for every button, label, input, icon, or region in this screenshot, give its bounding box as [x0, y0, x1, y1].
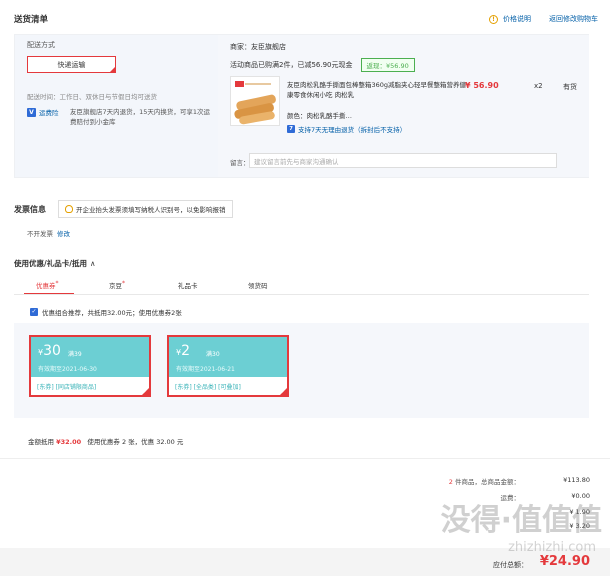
return-policy: 7 支持7天无理由退货（拆封后不支持）: [287, 124, 406, 134]
discount-tabs: 优惠券* 京豆* 礼品卡 领货码: [14, 276, 589, 295]
message-input[interactable]: 建议留言前先与商家沟通确认: [249, 153, 557, 168]
watermark-url: zhizhizhi.com: [508, 540, 596, 555]
order-items-section: 商家：友臣旗舰店 活动商品已购满2件，已减56.90元现金 返现：¥56.90 …: [218, 35, 589, 177]
ship-method-label: 配送方式: [27, 41, 55, 49]
tab-coupons[interactable]: 优惠券*: [36, 280, 59, 290]
goods-total-row: 2 件商品，总商品金额： ¥113.80: [448, 476, 590, 486]
price-note-link[interactable]: ! 价格说明: [489, 14, 531, 24]
invoice-status: 不开发票 修改: [27, 230, 70, 238]
coupon-combo-toggle[interactable]: ✓ 优惠组合推荐，共抵用32.00元；使用优惠券2张: [30, 307, 182, 317]
watermark: 没得·值值值: [440, 503, 602, 538]
discount-section-toggle[interactable]: 使用优惠/礼品卡/抵用 ∧: [14, 258, 95, 269]
ship-time-text: 配送时间：工作日、双休日与节假日均可送货: [27, 93, 157, 101]
freight-insurance-icon: V: [27, 107, 36, 117]
delivery-panel: 配送方式 快递运输 配送时间：工作日、双休日与节假日均可送货 V 运费险 友臣旗…: [14, 34, 589, 178]
product-name[interactable]: 友臣肉松乳酪手撕面包棒整箱360g减脂夹心轻早餐整箱营养健康零食休闲小吃 肉松乳: [287, 80, 469, 100]
coupon-card[interactable]: ¥2 满30 有效期至2021-06-21 [东券] [全品类] [可叠加] ✓: [167, 335, 289, 397]
back-to-cart-link[interactable]: 返回修改购物车: [549, 14, 598, 24]
bulb-icon: [65, 205, 73, 213]
ship-method-button[interactable]: 快递运输: [27, 56, 116, 73]
tab-jingdou[interactable]: 京豆*: [109, 280, 125, 290]
invoice-edit-link[interactable]: 修改: [57, 230, 70, 238]
freight-insurance-desc: 友臣旗舰店7天内退货，15天内换货，可享1次运费赔付到小金库: [70, 108, 211, 126]
coupon-card[interactable]: ¥30 满39 有效期至2021-06-30 [东券] [同店铺限商品] ✓: [29, 335, 151, 397]
cashback-tag: 返现：¥56.90: [360, 58, 415, 72]
checkbox-checked-icon[interactable]: ✓: [30, 308, 38, 316]
message-label: 留言：: [230, 159, 250, 167]
tabs-divider: [14, 294, 589, 295]
seller-name: 商家：友臣旗舰店: [230, 43, 286, 51]
selected-corner-icon: [109, 66, 116, 73]
check-icon: ✓: [142, 388, 148, 395]
chevron-up-icon: ∧: [89, 259, 96, 268]
product-qty: x2: [534, 82, 543, 90]
product-color: 颜色：肉松乳酪手撕…: [287, 112, 352, 120]
invoice-title: 发票信息: [14, 205, 46, 214]
promo-line: 活动商品已购满2件，已减56.90元现金 返现：¥56.90: [230, 58, 415, 72]
info-icon: !: [489, 14, 498, 24]
freight-insurance-badge[interactable]: V 运费险: [27, 107, 59, 117]
invoice-tip: 开企业抬头发票须填写纳税人识别号，以免影响报销: [58, 200, 233, 218]
bread-product-icon: [231, 77, 279, 125]
product-stock: 有货: [563, 83, 577, 91]
delivery-list-title: 送货清单: [14, 15, 49, 25]
tab-gift-card[interactable]: 礼品卡: [178, 280, 198, 290]
shipping-section: 配送方式 快递运输 配送时间：工作日、双休日与节假日均可送货 V 运费险 友臣旗…: [15, 35, 217, 177]
tab-pickup-code[interactable]: 领货码: [248, 280, 268, 290]
section-divider: [0, 458, 610, 459]
pay-total-label: 应付总额：: [493, 561, 528, 569]
product-price: ¥ 56.90: [465, 81, 499, 90]
pay-total-amount: ¥24.90: [539, 554, 590, 569]
header-links: ! 价格说明 返回修改购物车: [489, 14, 598, 24]
coupon-summary: 金额抵用 ¥32.00 使用优惠券 2 张，优惠 32.00 元: [28, 438, 184, 446]
coupon-list: ¥30 满39 有效期至2021-06-30 [东券] [同店铺限商品] ✓ ¥…: [14, 323, 589, 446]
product-image[interactable]: [230, 76, 280, 126]
return-policy-icon: 7: [287, 125, 295, 133]
check-icon: ✓: [280, 388, 286, 395]
